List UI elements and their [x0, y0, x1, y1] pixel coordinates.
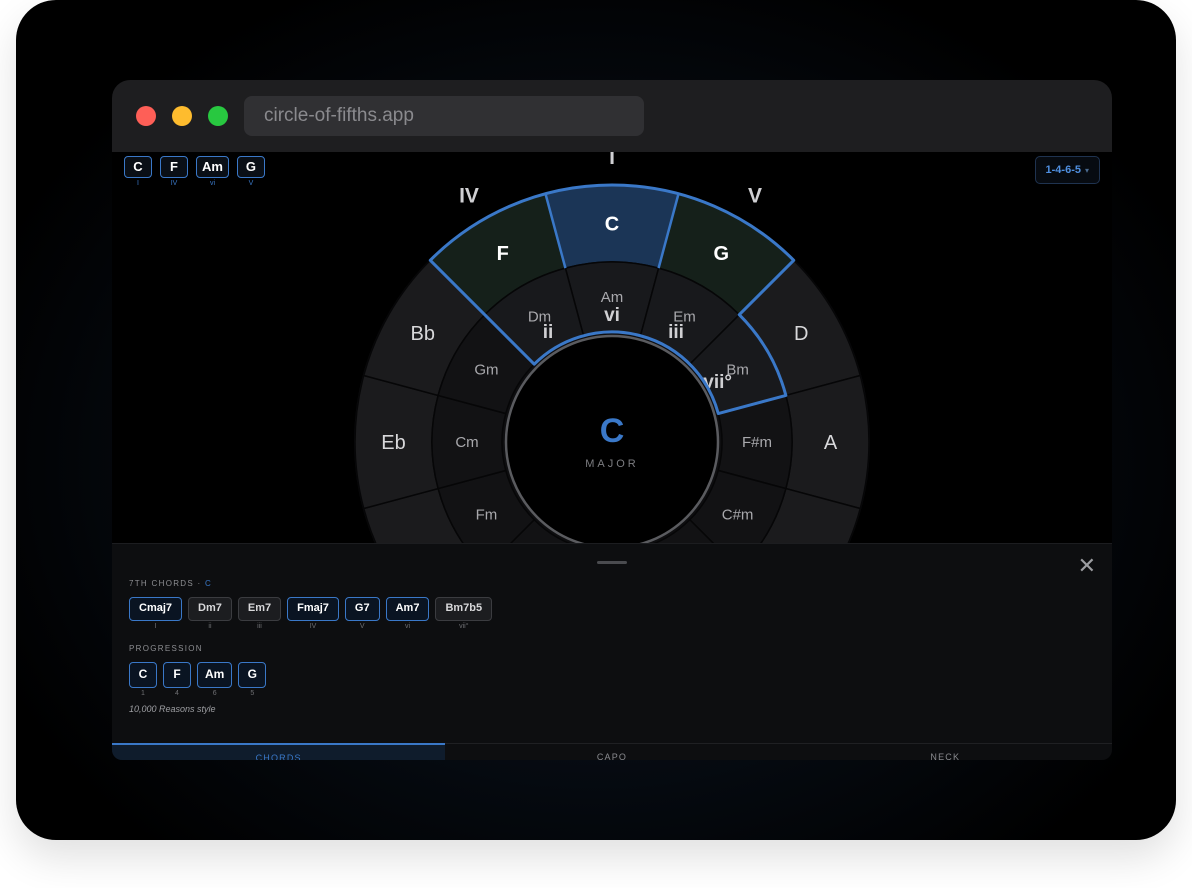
progression-chord-button-label: C — [129, 662, 157, 688]
seventh-chord-button-label: Bm7b5 — [435, 597, 493, 621]
progression-chip-chord: Am — [196, 156, 229, 178]
progression-chip-numeral: vi — [209, 180, 215, 187]
progression-chord-button[interactable]: F4 — [163, 662, 191, 697]
major-key-label: Bb — [411, 323, 435, 345]
progression-heading: PROGRESSION — [129, 644, 203, 653]
chevron-down-icon: ▾ — [1084, 166, 1089, 175]
progression-chord-row: C 1 F 4 Am 6 G 5 — [129, 662, 267, 697]
progression-chip-chord: G — [236, 156, 265, 178]
progression-chord-button-degree: 1 — [141, 690, 145, 697]
progression-chord-button[interactable]: C1 — [129, 662, 157, 697]
major-key-label: G — [713, 243, 729, 265]
seventh-chord-button[interactable]: Dm7 ii — [188, 597, 232, 630]
seventh-chord-button[interactable]: Cmaj7 I — [129, 597, 183, 630]
roman-numeral-label: iii — [668, 322, 684, 343]
center-key: C — [600, 412, 625, 450]
bottom-sheet: ✕ 7TH CHORDS · C Cmaj7 I Dm7 ii Em7 iii Fmaj7 I… — [112, 543, 1112, 760]
center-mode: MAJOR — [585, 458, 639, 470]
progression-chip[interactable]: CI — [124, 156, 152, 187]
sevenths-heading-key: C — [205, 579, 213, 588]
device-frame: circle-of-fifths.app CIGVDAEBF#DbAbEbBbF… — [16, 0, 1176, 840]
progression-chord-button-degree: 5 — [250, 690, 255, 697]
roman-numeral-label: vi — [604, 305, 620, 326]
bottom-tab-bar: CHORDS CAPO NECK — [112, 743, 1112, 760]
seventh-chord-button-label: Am7 — [385, 597, 430, 621]
seventh-chord-button-degree: I — [154, 623, 157, 630]
progression-chip-chord: C — [124, 156, 152, 178]
seventh-chord-button-label: Fmaj7 — [287, 597, 339, 621]
close-icon[interactable]: ✕ — [1078, 555, 1096, 577]
app-content: CIGVDAEBF#DbAbEbBbFIVAmviEmiiiBmvii°F#mC… — [112, 152, 1112, 760]
sheet-drag-handle[interactable] — [597, 561, 627, 564]
tab-neck[interactable]: NECK — [779, 744, 1112, 760]
progression-caption: 10,000 Reasons style — [129, 704, 216, 714]
seventh-chord-button-label: Cmaj7 — [129, 597, 183, 621]
progression-chord-button[interactable]: Am 6 — [197, 662, 233, 697]
progression-chip-numeral: I — [137, 180, 139, 187]
seventh-chord-button[interactable]: Fmaj7 IV — [287, 597, 339, 630]
major-key-label: F — [497, 243, 509, 265]
seventh-chord-button-degree: vi — [405, 623, 411, 630]
progression-chord-button-degree: 4 — [175, 690, 179, 697]
progression-chip-numeral: V — [248, 180, 254, 187]
minor-key-label: C#m — [722, 507, 754, 524]
progression-select[interactable]: 1-4-6-5 ▾ — [1034, 156, 1100, 184]
roman-numeral-label: V — [748, 184, 762, 207]
seventh-chord-button-label: G7 — [344, 597, 380, 621]
roman-numeral-label: I — [609, 152, 615, 169]
roman-numeral-label: ii — [543, 322, 554, 343]
url-bar[interactable]: circle-of-fifths.app — [244, 96, 644, 136]
progression-chip[interactable]: F IV — [160, 156, 188, 187]
major-key-label: A — [824, 432, 838, 454]
seventh-chord-button-degree: V — [359, 623, 365, 630]
seventh-chord-button-degree: ii — [208, 623, 212, 630]
seventh-chord-button[interactable]: Am7 vi — [385, 597, 430, 630]
seventh-chord-button-degree: IV — [309, 623, 317, 630]
tab-chords[interactable]: CHORDS — [112, 743, 446, 760]
sevenths-heading: 7TH CHORDS · C — [129, 579, 212, 588]
progression-chord-button-degree: 6 — [212, 690, 217, 697]
progression-chip-chord: F — [160, 156, 188, 178]
seventh-chord-button-degree: iii — [257, 623, 262, 630]
seventh-chord-button-degree: vii° — [459, 623, 469, 630]
seventh-chord-button[interactable]: Bm7b5 vii° — [435, 597, 493, 630]
minor-key-label: Gm — [474, 362, 498, 379]
tab-capo[interactable]: CAPO — [445, 744, 778, 760]
progression-chord-button-label: Am — [197, 662, 233, 688]
progression-chip-numeral: IV — [170, 180, 178, 187]
progression-chip[interactable]: GV — [236, 156, 265, 187]
progression-chord-button[interactable]: G5 — [238, 662, 267, 697]
maximize-window-button[interactable] — [208, 106, 228, 126]
progression-select-value: 1-4-6-5 — [1045, 164, 1081, 176]
major-key-label: D — [794, 323, 808, 345]
seventh-chord-button-label: Dm7 — [188, 597, 232, 621]
minimize-window-button[interactable] — [172, 106, 192, 126]
seventh-chord-button-label: Em7 — [237, 597, 282, 621]
minor-key-label: Fm — [476, 507, 498, 524]
close-window-button[interactable] — [136, 106, 156, 126]
minor-key-label: F#m — [742, 434, 772, 451]
minor-key-label: Am — [601, 289, 624, 306]
title-bar: circle-of-fifths.app — [112, 80, 1112, 152]
roman-numeral-label: IV — [459, 184, 479, 207]
current-progression-strip: C I F IV Am vi G V — [124, 156, 265, 187]
seventh-chord-button[interactable]: Em7 iii — [237, 597, 282, 630]
major-key-label: Eb — [381, 432, 405, 454]
progression-chord-button-label: G — [238, 662, 267, 688]
seventh-chord-button[interactable]: G7 V — [344, 597, 380, 630]
major-key-label: C — [605, 214, 619, 236]
sevenths-chord-row: Cmaj7 I Dm7 ii Em7 iii Fmaj7 IV G7 V Am7 vi Bm7b5 vii… — [129, 597, 493, 630]
progression-chip[interactable]: Am vi — [196, 156, 229, 187]
minor-key-label: Cm — [455, 434, 478, 451]
progression-chord-button-label: F — [163, 662, 191, 688]
sevenths-heading-label: 7TH CHORDS · — [129, 579, 202, 588]
app-window: circle-of-fifths.app CIGVDAEBF#DbAbEbBbF… — [112, 80, 1112, 760]
